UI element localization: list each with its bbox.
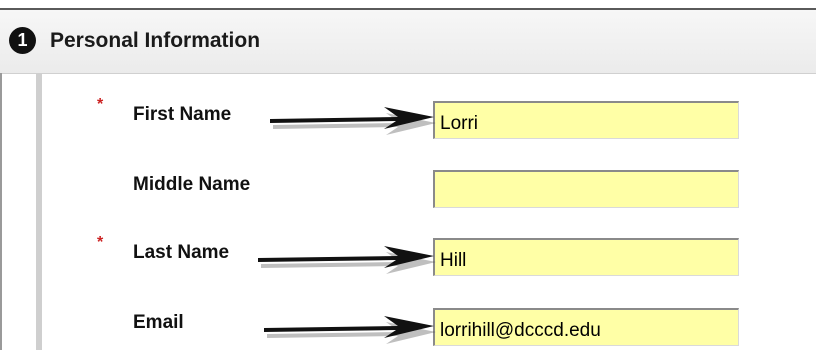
arrow-right-icon: [264, 316, 436, 344]
arrow-right-icon: [258, 246, 436, 274]
middle-name-field[interactable]: [433, 170, 739, 208]
email-label: Email: [133, 312, 184, 333]
left-border: [0, 73, 2, 350]
required-marker: *: [97, 234, 104, 251]
required-marker: *: [97, 96, 104, 113]
step-number-icon: 1: [9, 27, 36, 54]
window-top: [0, 0, 816, 6]
middle-name-label: Middle Name: [133, 174, 251, 195]
first-name-field[interactable]: [433, 101, 739, 139]
section-gutter: [36, 73, 42, 350]
last-name-field[interactable]: [433, 238, 739, 276]
last-name-label: Last Name: [133, 242, 230, 263]
email-field[interactable]: [433, 308, 739, 346]
first-name-label: First Name: [133, 104, 232, 125]
arrow-right-icon: [270, 107, 436, 135]
section-title: Personal Information: [50, 29, 261, 52]
